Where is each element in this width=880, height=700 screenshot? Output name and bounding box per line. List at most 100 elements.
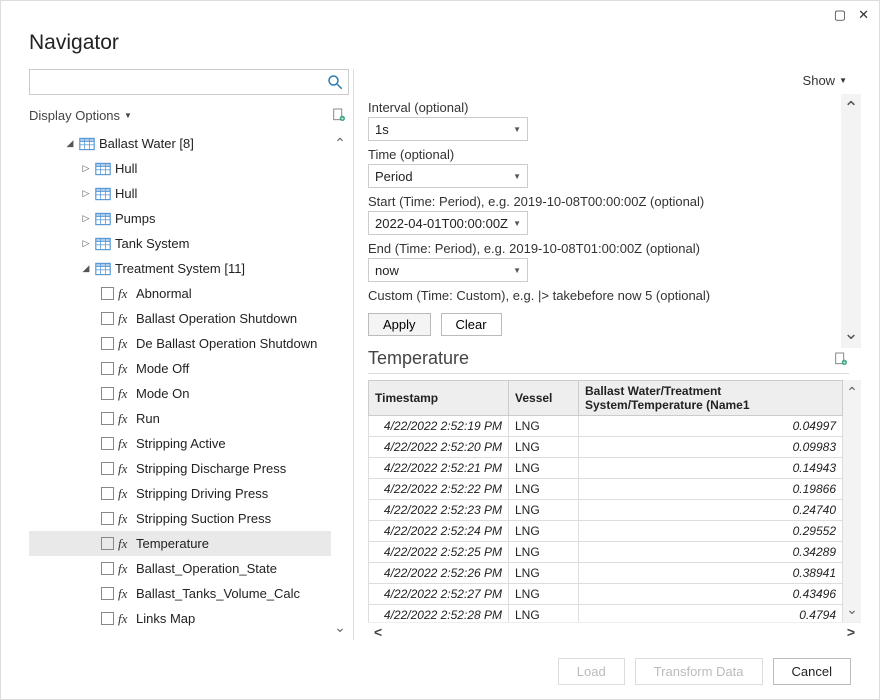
checkbox[interactable] bbox=[101, 587, 114, 600]
collapse-icon[interactable]: ◢ bbox=[81, 263, 91, 274]
show-dropdown[interactable]: Show ▼ bbox=[368, 69, 861, 94]
expand-icon[interactable]: ▷ bbox=[81, 238, 91, 249]
end-select[interactable]: now▼ bbox=[368, 258, 528, 282]
table-row[interactable]: 4/22/2022 2:52:25 PMLNG0.34289 bbox=[369, 542, 843, 563]
expand-icon[interactable]: ▷ bbox=[81, 163, 91, 174]
tree-label: Temperature bbox=[136, 536, 209, 551]
table-row[interactable]: 4/22/2022 2:52:27 PMLNG0.43496 bbox=[369, 584, 843, 605]
parameters-panel: Interval (optional) 1s▼ Time (optional) … bbox=[368, 94, 831, 348]
cell-value: 0.34289 bbox=[579, 542, 843, 563]
tree-leaf-fx[interactable]: fxStripping Driving Press bbox=[29, 481, 331, 506]
scroll-up-icon[interactable]: ⌃ bbox=[334, 135, 346, 152]
params-scrollbar[interactable]: ⌃ ⌄ bbox=[841, 94, 861, 348]
tree-node[interactable]: ▷Pumps bbox=[29, 206, 331, 231]
apply-button[interactable]: Apply bbox=[368, 313, 431, 336]
scroll-up-icon[interactable]: ⌃ bbox=[846, 384, 858, 401]
table-row[interactable]: 4/22/2022 2:52:22 PMLNG0.19866 bbox=[369, 479, 843, 500]
table-header[interactable]: Vessel bbox=[509, 381, 579, 416]
scroll-left-icon[interactable]: < bbox=[374, 624, 382, 640]
table-row[interactable]: 4/22/2022 2:52:19 PMLNG0.04997 bbox=[369, 416, 843, 437]
table-row[interactable]: 4/22/2022 2:52:24 PMLNG0.29552 bbox=[369, 521, 843, 542]
time-select[interactable]: Period▼ bbox=[368, 164, 528, 188]
checkbox[interactable] bbox=[101, 287, 114, 300]
cancel-button[interactable]: Cancel bbox=[773, 658, 851, 685]
table-row[interactable]: 4/22/2022 2:52:21 PMLNG0.14943 bbox=[369, 458, 843, 479]
refresh-icon[interactable]: + bbox=[331, 107, 347, 123]
expand-icon[interactable]: ▷ bbox=[81, 213, 91, 224]
scroll-right-icon[interactable]: > bbox=[847, 624, 855, 640]
table-header[interactable]: Ballast Water/Treatment System/Temperatu… bbox=[579, 381, 843, 416]
table-row[interactable]: 4/22/2022 2:52:28 PMLNG0.4794 bbox=[369, 605, 843, 623]
checkbox[interactable] bbox=[101, 387, 114, 400]
fx-icon: fx bbox=[118, 436, 132, 452]
search-field[interactable] bbox=[34, 75, 326, 90]
scroll-down-icon[interactable]: ⌄ bbox=[843, 323, 858, 344]
tree-label: Ballast_Operation_State bbox=[136, 561, 277, 576]
cell-value: 0.43496 bbox=[579, 584, 843, 605]
checkbox[interactable] bbox=[101, 312, 114, 325]
scroll-down-icon[interactable]: ⌄ bbox=[846, 601, 858, 618]
tree-leaf-fx[interactable]: fxStripping Active bbox=[29, 431, 331, 456]
tree-node[interactable]: ▷Hull bbox=[29, 156, 331, 181]
tree-leaf-fx[interactable]: fxBallast Operation Shutdown bbox=[29, 306, 331, 331]
table-row[interactable]: 4/22/2022 2:52:26 PMLNG0.38941 bbox=[369, 563, 843, 584]
tree-leaf-fx[interactable]: fxBallast_Tanks_Volume_Calc bbox=[29, 581, 331, 606]
table-vscrollbar[interactable]: ⌃ ⌄ bbox=[843, 380, 861, 622]
navigation-tree[interactable]: ◢Ballast Water [8]▷Hull▷Hull▷Pumps▷Tank … bbox=[29, 131, 331, 640]
tree-node[interactable]: ▷Tank System bbox=[29, 231, 331, 256]
display-options-dropdown[interactable]: Display Options ▼ bbox=[29, 108, 132, 123]
tree-leaf-fx[interactable]: fxStripping Discharge Press bbox=[29, 456, 331, 481]
checkbox[interactable] bbox=[101, 537, 114, 550]
tree-label: Mode Off bbox=[136, 361, 189, 376]
tree-leaf-fx[interactable]: fxBallast_Operation_State bbox=[29, 556, 331, 581]
search-input[interactable] bbox=[29, 69, 349, 95]
preview-table[interactable]: TimestampVesselBallast Water/Treatment S… bbox=[368, 380, 843, 622]
tree-leaf-fx[interactable]: fxTemperature bbox=[29, 531, 331, 556]
checkbox[interactable] bbox=[101, 562, 114, 575]
close-icon[interactable]: ✕ bbox=[858, 7, 869, 23]
preview-title: Temperature bbox=[368, 348, 469, 369]
checkbox[interactable] bbox=[101, 437, 114, 450]
scroll-up-icon[interactable]: ⌃ bbox=[843, 98, 858, 119]
interval-select[interactable]: 1s▼ bbox=[368, 117, 528, 141]
tree-leaf-fx[interactable]: fxLinks Map bbox=[29, 606, 331, 631]
clear-button[interactable]: Clear bbox=[441, 313, 502, 336]
tree-label: Run bbox=[136, 411, 160, 426]
scroll-down-icon[interactable]: ⌄ bbox=[334, 619, 346, 636]
checkbox[interactable] bbox=[101, 487, 114, 500]
titlebar: ▢ ✕ bbox=[1, 1, 879, 23]
start-select[interactable]: 2022-04-01T00:00:00Z▼ bbox=[368, 211, 528, 235]
cell-value: 0.09983 bbox=[579, 437, 843, 458]
table-row[interactable]: 4/22/2022 2:52:23 PMLNG0.24740 bbox=[369, 500, 843, 521]
tree-leaf-fx[interactable]: fxMode Off bbox=[29, 356, 331, 381]
checkbox[interactable] bbox=[101, 612, 114, 625]
collapse-icon[interactable]: ◢ bbox=[65, 138, 75, 149]
checkbox[interactable] bbox=[101, 512, 114, 525]
checkbox[interactable] bbox=[101, 462, 114, 475]
tree-leaf-fx[interactable]: fxStripping Suction Press bbox=[29, 506, 331, 531]
tree-node-ballast-water[interactable]: ◢Ballast Water [8] bbox=[29, 131, 331, 156]
fx-icon: fx bbox=[118, 511, 132, 527]
tree-scrollbar[interactable]: ⌃ ⌄ bbox=[331, 131, 349, 640]
expand-icon[interactable]: ▷ bbox=[81, 188, 91, 199]
table-row[interactable]: 4/22/2022 2:52:20 PMLNG0.09983 bbox=[369, 437, 843, 458]
cell-vessel: LNG bbox=[509, 500, 579, 521]
tree-leaf-fx[interactable]: fxMode On bbox=[29, 381, 331, 406]
tree-label: Hull bbox=[115, 186, 137, 201]
load-button[interactable]: Load bbox=[558, 658, 625, 685]
refresh-preview-icon[interactable]: + bbox=[833, 350, 849, 368]
checkbox[interactable] bbox=[101, 337, 114, 350]
tree-leaf-fx[interactable]: fxRun bbox=[29, 406, 331, 431]
fx-icon: fx bbox=[118, 386, 132, 402]
tree-leaf-fx[interactable]: fxAbnormal bbox=[29, 281, 331, 306]
transform-data-button[interactable]: Transform Data bbox=[635, 658, 763, 685]
table-icon bbox=[95, 212, 111, 226]
tree-node-treatment-system[interactable]: ◢Treatment System [11] bbox=[29, 256, 331, 281]
checkbox[interactable] bbox=[101, 412, 114, 425]
tree-leaf-fx[interactable]: fxDe Ballast Operation Shutdown bbox=[29, 331, 331, 356]
maximize-icon[interactable]: ▢ bbox=[834, 7, 846, 23]
table-hscrollbar[interactable]: < > bbox=[368, 622, 861, 640]
table-header[interactable]: Timestamp bbox=[369, 381, 509, 416]
checkbox[interactable] bbox=[101, 362, 114, 375]
tree-node[interactable]: ▷ Hull bbox=[29, 181, 331, 206]
